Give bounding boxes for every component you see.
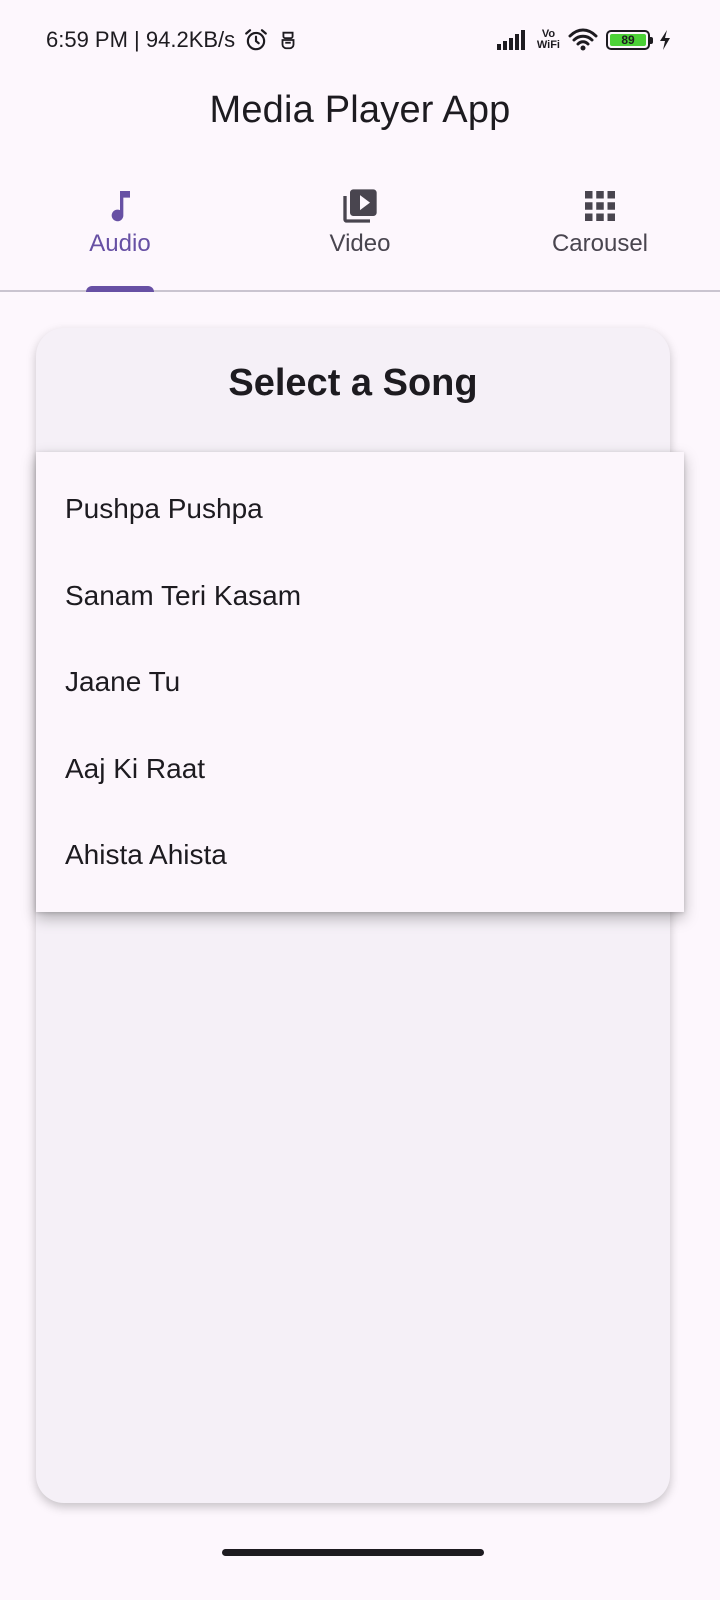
gesture-navigation-bar[interactable] [222,1549,484,1556]
tab-video[interactable]: Video [240,170,480,290]
menu-item-label: Pushpa Pushpa [65,493,263,525]
app-title: Media Player App [209,88,511,131]
card-title: Select a Song [228,362,478,404]
tab-video-label: Video [329,230,391,257]
signal-icon [496,30,529,50]
tab-active-indicator [86,286,154,292]
wifi-icon [568,28,598,52]
status-left: 6:59 PM | 94.2KB/s [46,27,299,53]
tab-carousel[interactable]: Carousel [480,170,720,290]
video-library-icon [340,186,380,226]
alarm-icon [243,27,269,53]
song-dropdown-menu: Pushpa Pushpa Sanam Teri Kasam Jaane Tu … [36,452,684,912]
menu-item-song[interactable]: Sanam Teri Kasam [36,553,684,640]
menu-item-song[interactable]: Ahista Ahista [36,812,684,899]
vowifi-icon: Vo WiFi [537,29,560,51]
status-right: Vo WiFi 89 [496,28,672,52]
charging-icon [658,29,672,51]
tab-bar: Audio Video Carousel [0,170,720,292]
menu-item-song[interactable]: Pushpa Pushpa [36,466,684,553]
notification-icon [277,29,299,51]
battery-icon: 89 [606,30,653,50]
app-bar: Media Player App [0,80,720,140]
menu-item-label: Jaane Tu [65,666,181,698]
music-note-icon [100,186,140,226]
status-bar: 6:59 PM | 94.2KB/s Vo WiFi 89 [0,0,720,80]
tab-audio-label: Audio [89,230,151,257]
grid-icon [580,186,620,226]
status-time-speed: 6:59 PM | 94.2KB/s [46,27,236,52]
menu-item-label: Sanam Teri Kasam [65,579,302,611]
menu-item-label: Aaj Ki Raat [65,752,206,784]
tab-audio[interactable]: Audio [0,170,240,292]
battery-level: 89 [610,33,646,47]
menu-item-song[interactable]: Aaj Ki Raat [36,726,684,813]
tab-carousel-label: Carousel [551,230,649,257]
vowifi-bottom: WiFi [536,39,560,51]
menu-item-song[interactable]: Jaane Tu [36,639,684,726]
menu-item-label: Ahista Ahista [65,839,227,871]
